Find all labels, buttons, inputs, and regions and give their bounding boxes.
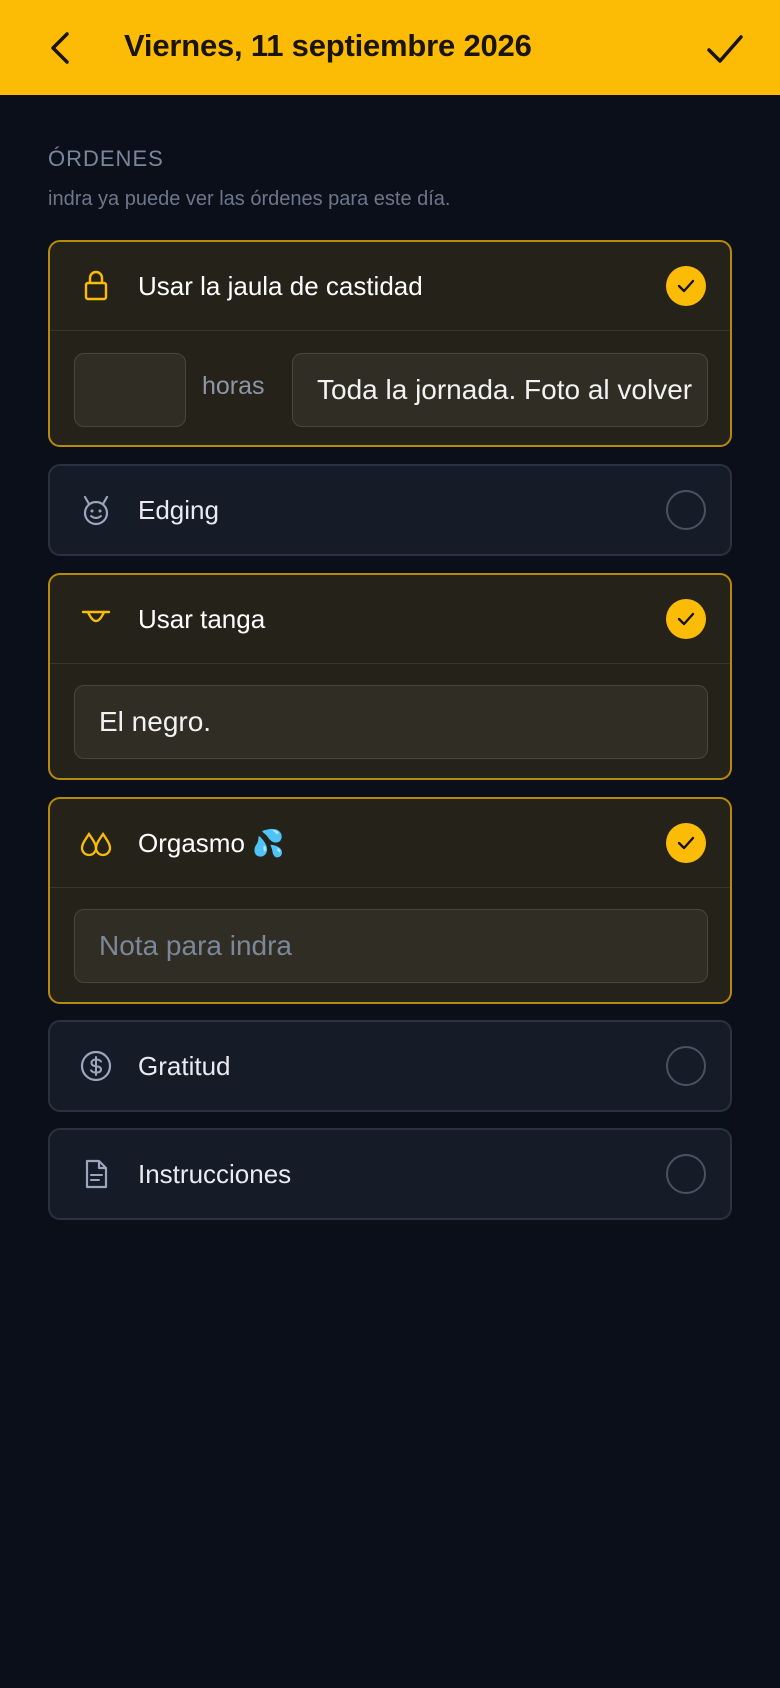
- check-icon: [707, 35, 743, 63]
- order-toggle[interactable]: [666, 1046, 706, 1086]
- order-row-orgasm[interactable]: Orgasmo 💦: [50, 799, 730, 887]
- confirm-button[interactable]: [700, 24, 750, 74]
- top-app-bar: Viernes, 11 septiembre 2026: [0, 0, 780, 95]
- hours-input[interactable]: [74, 353, 186, 427]
- note-input-chastity[interactable]: Toda la jornada. Foto al volver: [292, 353, 708, 427]
- order-row-thong[interactable]: Usar tanga: [50, 575, 730, 663]
- hours-label: horas: [202, 372, 265, 400]
- section-subtitle: indra ya puede ver las órdenes para este…: [48, 188, 451, 210]
- order-row-gratitude[interactable]: Gratitud: [50, 1022, 730, 1110]
- order-label: Edging: [138, 495, 219, 525]
- order-label: Gratitud: [138, 1051, 231, 1081]
- dollar-circle-icon: [76, 1046, 116, 1086]
- lock-icon: [76, 266, 116, 306]
- order-toggle[interactable]: [666, 266, 706, 306]
- devil-face-icon: [76, 490, 116, 530]
- note-input-orgasm[interactable]: Nota para indra: [74, 909, 708, 983]
- order-card-thong: Usar tanga El negro.: [48, 573, 732, 780]
- chevron-left-icon: [51, 32, 69, 64]
- order-card-orgasm: Orgasmo 💦 Nota para indra: [48, 797, 732, 1004]
- order-toggle[interactable]: [666, 599, 706, 639]
- order-row-edging[interactable]: Edging: [50, 466, 730, 554]
- order-label: Orgasmo 💦: [138, 828, 285, 858]
- thong-icon: [76, 599, 116, 639]
- divider: [50, 887, 730, 888]
- drops-icon: [76, 823, 116, 863]
- document-icon: [76, 1154, 116, 1194]
- order-card-gratitude: Gratitud: [48, 1020, 732, 1112]
- order-label: Instrucciones: [138, 1159, 292, 1189]
- back-button[interactable]: [36, 24, 84, 72]
- divider: [50, 663, 730, 664]
- order-toggle[interactable]: [666, 1154, 706, 1194]
- check-icon: [677, 279, 695, 293]
- order-row-chastity[interactable]: Usar la jaula de castidad: [50, 242, 730, 330]
- order-label: Usar tanga: [138, 604, 266, 634]
- check-icon: [677, 612, 695, 626]
- order-row-instructions[interactable]: Instrucciones: [50, 1130, 730, 1218]
- order-label: Usar la jaula de castidad: [138, 271, 423, 301]
- note-input-thong[interactable]: El negro.: [74, 685, 708, 759]
- divider: [50, 330, 730, 331]
- order-toggle[interactable]: [666, 490, 706, 530]
- order-card-instructions: Instrucciones: [48, 1128, 732, 1220]
- order-card-chastity: Usar la jaula de castidad horas Toda la …: [48, 240, 732, 447]
- page-title: Viernes, 11 septiembre 2026: [124, 28, 532, 63]
- check-icon: [677, 836, 695, 850]
- order-toggle[interactable]: [666, 823, 706, 863]
- order-card-edging: Edging: [48, 464, 732, 556]
- section-title: ÓRDENES: [48, 146, 164, 171]
